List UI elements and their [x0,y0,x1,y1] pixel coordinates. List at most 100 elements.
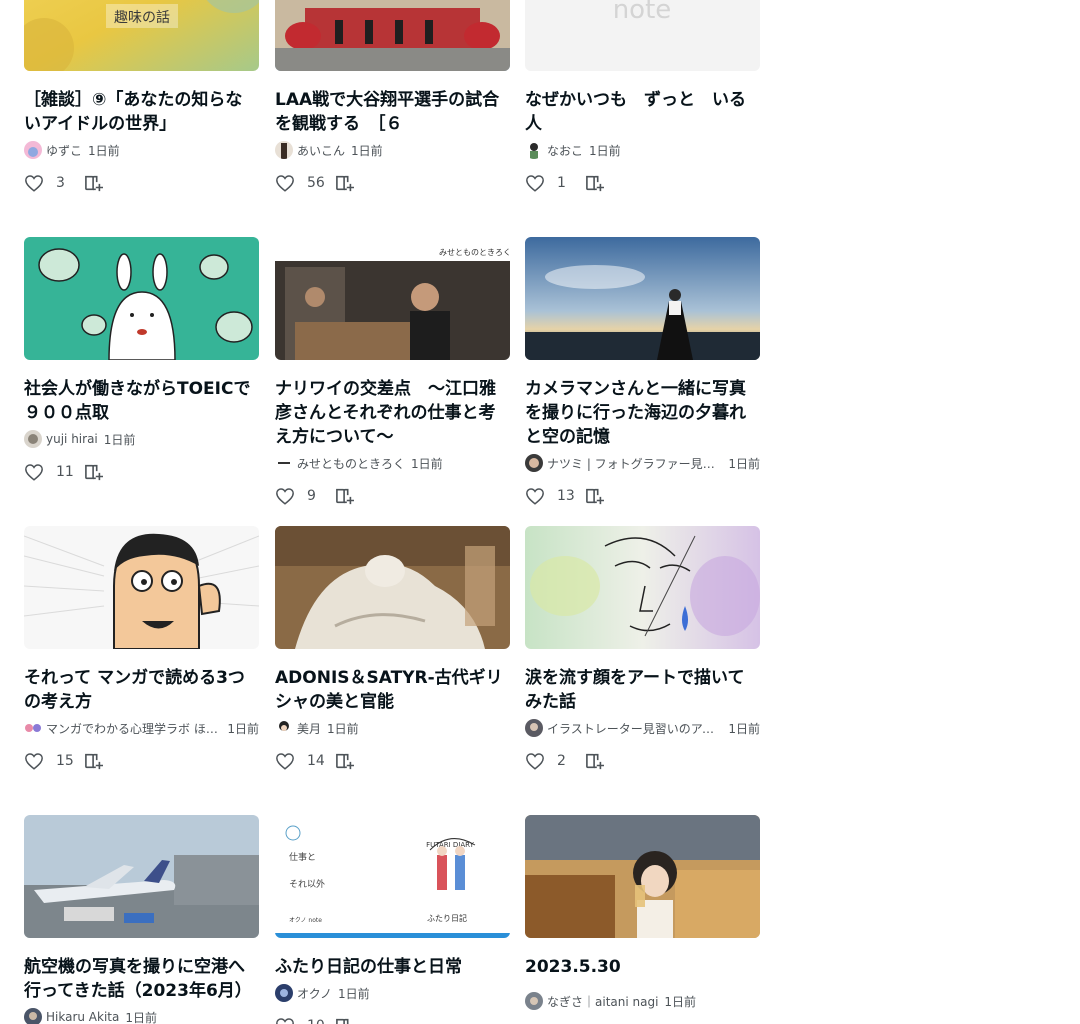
like-button[interactable] [275,1017,295,1024]
add-to-magazine-button[interactable] [335,752,355,770]
thumbnail-image [24,237,259,360]
author-name[interactable]: ナツミ | フォトグラファー見習い中 [547,455,722,472]
article-card[interactable]: カメラマンさんと一緒に写真を撮りに行った海辺の夕暮れと空の記憶 ナツミ | フォ… [525,237,760,505]
add-to-magazine-button[interactable] [335,174,355,192]
add-to-magazine-button[interactable] [585,487,605,505]
author-avatar[interactable] [525,719,543,737]
article-card[interactable]: 趣味の話 ［雑談］⑨「あなたの知らないアイドルの世界」 ゆずこ 1日前 3 [24,0,259,192]
author-name[interactable]: ゆずこ [46,142,82,159]
article-actions: 2 [525,752,760,770]
article-thumbnail[interactable] [24,526,259,649]
article-card[interactable]: みせとものときろく ナリワイの交差点 ～江口雅彦さんとそれぞれの仕事と考え方につ… [275,237,510,505]
add-to-magazine-button[interactable] [585,752,605,770]
add-to-magazine-button[interactable] [585,174,605,192]
author-avatar[interactable] [275,454,293,472]
author-name[interactable]: 美月 [297,720,321,737]
article-title[interactable]: ［雑談］⑨「あなたの知らないアイドルの世界」 [24,88,259,136]
author-name[interactable]: Hikaru Akita [46,1010,119,1024]
article-title[interactable]: それって マンガで読める3つの考え方 [24,666,259,714]
thumbnail-image [24,815,259,938]
author-name[interactable]: マンガでわかる心理学ラボ ほか 心理学に詳しい人たち [46,720,221,737]
heart-icon [276,488,294,505]
article-thumbnail[interactable] [525,526,760,649]
article-actions: 11 [24,463,259,481]
like-count: 56 [307,175,325,191]
author-avatar[interactable] [275,984,293,1002]
article-byline: マンガでわかる心理学ラボ ほか 心理学に詳しい人たち 1日前 [24,719,259,737]
author-name[interactable]: なおこ [547,142,583,159]
author-name[interactable]: なぎさ｜aitani nagi [547,993,658,1010]
author-name[interactable]: イラストレーター見習いのアート日記 [547,720,722,737]
article-thumbnail[interactable] [525,237,760,360]
thumbnail-text: オクノ note [289,917,322,924]
like-button[interactable] [24,752,44,770]
like-button[interactable] [525,752,545,770]
author-avatar[interactable] [275,719,293,737]
heart-icon [276,175,294,192]
author-avatar[interactable] [24,430,42,448]
like-button[interactable] [525,174,545,192]
article-card[interactable]: 涙を流す顔をアートで描いてみた話 イラストレーター見習いのアート日記 1日前 2 [525,526,760,770]
magazine-add-icon [586,175,604,192]
add-to-magazine-button[interactable] [335,487,355,505]
article-card[interactable]: note なぜかいつも ずっと いる人 なおこ 1日前 1 [525,0,760,192]
article-thumbnail[interactable] [525,815,760,938]
article-byline: ナツミ | フォトグラファー見習い中 1日前 [525,454,760,472]
article-thumbnail[interactable]: みせとものときろく [275,237,510,360]
article-thumbnail[interactable] [24,237,259,360]
heart-icon [25,753,43,770]
article-card[interactable]: ADONIS＆SATYR-古代ギリシャの美と官能 美月 1日前 14 [275,526,510,770]
like-button[interactable] [24,174,44,192]
author-name[interactable]: あいこん [297,142,345,159]
article-title[interactable]: ふたり日記の仕事と日常 [275,955,510,979]
author-avatar[interactable] [525,992,543,1010]
article-thumbnail[interactable]: note [525,0,760,71]
add-to-magazine-button[interactable] [84,174,104,192]
article-title[interactable]: なぜかいつも ずっと いる人 [525,88,760,136]
author-name[interactable]: みせとものときろく [297,455,405,472]
like-button[interactable] [525,487,545,505]
article-thumbnail[interactable] [275,0,510,71]
thumbnail-image [525,815,760,938]
post-date: 1日前 [338,986,370,1001]
add-to-magazine-button[interactable] [84,463,104,481]
thumbnail-image: 趣味の話 [24,0,259,71]
add-to-magazine-button[interactable] [84,752,104,770]
article-title[interactable]: 社会人が働きながらTOEICで９００点取 [24,377,259,425]
author-avatar[interactable] [525,141,543,159]
article-byline: 美月 1日前 [275,719,510,737]
like-button[interactable] [275,174,295,192]
article-title[interactable]: ADONIS＆SATYR-古代ギリシャの美と官能 [275,666,510,714]
add-to-magazine-button[interactable] [335,1017,355,1024]
author-avatar[interactable] [525,454,543,472]
post-date: 1日前 [728,456,760,471]
article-thumbnail[interactable]: 仕事と それ以外 オクノ note FUTARI DIARY ふたり日記 [275,815,510,938]
article-title[interactable]: 2023.5.30 [525,955,760,979]
author-avatar[interactable] [24,719,42,737]
article-title[interactable]: LAA戦で大谷翔平選手の試合を観戦する ［６ [275,88,510,136]
like-button[interactable] [275,752,295,770]
article-card[interactable]: 航空機の写真を撮りに空港へ行ってきた話（2023年6月） Hikaru Akit… [24,815,259,1024]
article-title[interactable]: 涙を流す顔をアートで描いてみた話 [525,666,760,714]
article-title[interactable]: ナリワイの交差点 ～江口雅彦さんとそれぞれの仕事と考え方について～ [275,377,510,449]
author-avatar[interactable] [24,141,42,159]
author-name[interactable]: オクノ [297,985,332,1002]
author-avatar[interactable] [24,1008,42,1024]
article-thumbnail[interactable] [275,526,510,649]
article-card[interactable]: LAA戦で大谷翔平選手の試合を観戦する ［６ あいこん 1日前 56 [275,0,510,192]
like-button[interactable] [24,463,44,481]
article-title[interactable]: 航空機の写真を撮りに空港へ行ってきた話（2023年6月） [24,955,259,1003]
article-thumbnail[interactable] [24,815,259,938]
article-title[interactable]: カメラマンさんと一緒に写真を撮りに行った海辺の夕暮れと空の記憶 [525,377,760,449]
article-card[interactable]: 2023.5.30 なぎさ｜aitani nagi 1日前 2 [525,815,760,1024]
article-card[interactable]: それって マンガで読める3つの考え方 マンガでわかる心理学ラボ ほか 心理学に詳… [24,526,259,770]
author-name[interactable]: yuji hirai [46,432,98,446]
heart-icon [526,175,544,192]
article-card[interactable]: 社会人が働きながらTOEICで９００点取 yuji hirai 1日前 11 [24,237,259,481]
author-avatar[interactable] [275,141,293,159]
like-count: 9 [307,488,316,504]
post-date: 1日前 [589,143,621,158]
like-button[interactable] [275,487,295,505]
article-card[interactable]: 仕事と それ以外 オクノ note FUTARI DIARY ふたり日記 ふたり… [275,815,510,1024]
article-thumbnail[interactable]: 趣味の話 [24,0,259,71]
